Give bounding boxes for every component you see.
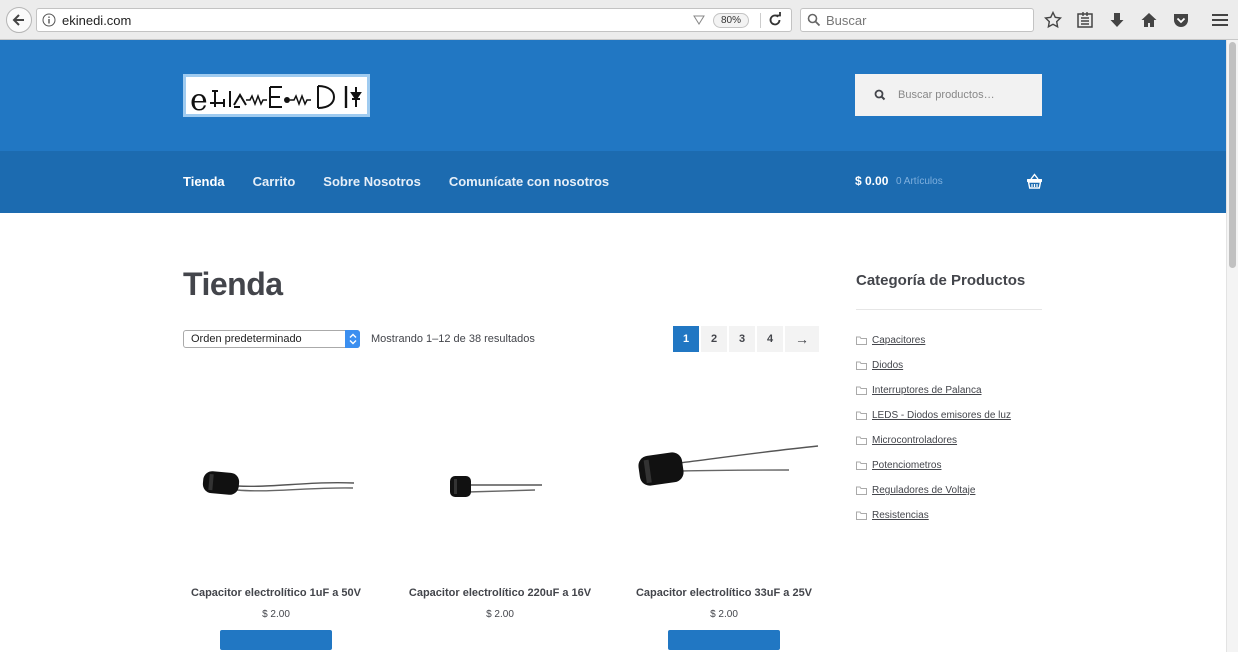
- product-name[interactable]: Capacitor electrolítico 33uF a 25V: [629, 586, 819, 601]
- browser-toolbar: ekinedi.com 80% Buscar: [0, 0, 1238, 40]
- product-search-placeholder: Buscar productos…: [898, 89, 995, 101]
- page-4[interactable]: 4: [757, 326, 783, 352]
- search-icon: [807, 13, 821, 27]
- category-list: Capacitores Diodos Interruptores de Pala…: [856, 328, 1011, 528]
- category-link[interactable]: Resistencias: [872, 510, 929, 521]
- folder-icon: [856, 436, 867, 445]
- url-text: ekinedi.com: [62, 12, 132, 28]
- page-3[interactable]: 3: [729, 326, 755, 352]
- folder-icon: [856, 486, 867, 495]
- category-link[interactable]: Microcontroladores: [872, 435, 957, 446]
- add-to-cart-button[interactable]: [668, 630, 780, 650]
- category-link[interactable]: LEDS - Diodos emisores de luz: [872, 410, 1011, 421]
- nav-link-tienda[interactable]: Tienda: [183, 174, 225, 189]
- shopping-basket-icon[interactable]: [1026, 173, 1043, 189]
- result-count: Mostrando 1–12 de 38 resultados: [371, 333, 535, 345]
- category-link[interactable]: Capacitores: [872, 335, 925, 346]
- browser-search[interactable]: Buscar: [800, 8, 1034, 32]
- product-name[interactable]: Capacitor electrolítico 1uF a 50V: [181, 586, 371, 601]
- category-link[interactable]: Interruptores de Palanca: [872, 385, 982, 396]
- folder-icon: [856, 461, 867, 470]
- category-item: Capacitores: [856, 328, 1011, 353]
- category-link[interactable]: Reguladores de Voltaje: [872, 485, 975, 496]
- product-price: $ 2.00: [486, 609, 514, 620]
- select-arrows-icon: [345, 330, 360, 348]
- home-icon[interactable]: [1139, 10, 1159, 30]
- product-image[interactable]: [405, 408, 595, 558]
- next-page-arrow[interactable]: →: [785, 326, 819, 352]
- product-price: $ 2.00: [262, 609, 290, 620]
- category-link[interactable]: Diodos: [872, 360, 903, 371]
- orderby-select[interactable]: Orden predeterminado: [183, 330, 360, 348]
- nav-link-sobre-nosotros[interactable]: Sobre Nosotros: [323, 174, 421, 189]
- product-card: Capacitor electrolítico 220uF a 16V $ 2.…: [405, 408, 595, 620]
- scrollbar-thumb[interactable]: [1229, 42, 1236, 268]
- category-item: Reguladores de Voltaje: [856, 478, 1011, 503]
- folder-icon: [856, 361, 867, 370]
- browser-search-placeholder: Buscar: [826, 12, 867, 28]
- category-item: LEDS - Diodos emisores de luz: [856, 403, 1011, 428]
- cart-total[interactable]: $ 0.00: [855, 174, 888, 188]
- zoom-indicator[interactable]: 80%: [712, 13, 749, 28]
- cart-count[interactable]: 0 Artículos: [896, 176, 943, 187]
- hamburger-menu-icon[interactable]: [1210, 10, 1230, 30]
- site-logo[interactable]: e: [183, 74, 370, 118]
- category-link[interactable]: Potenciometros: [872, 460, 941, 471]
- sidebar-divider: [856, 309, 1042, 310]
- product-search-input[interactable]: Buscar productos…: [855, 74, 1042, 116]
- ekinedi-logo-image: e: [190, 83, 362, 118]
- orderby-value: Orden predeterminado: [191, 333, 302, 345]
- product-card: Capacitor electrolítico 1uF a 50V $ 2.00: [181, 408, 371, 655]
- page-title: Tienda: [183, 266, 283, 302]
- bookmark-star-icon[interactable]: [1043, 10, 1063, 30]
- category-item: Resistencias: [856, 503, 1011, 528]
- category-item: Microcontroladores: [856, 428, 1011, 453]
- back-button[interactable]: [6, 7, 32, 33]
- reload-icon[interactable]: [767, 12, 783, 28]
- category-item: Interruptores de Palanca: [856, 378, 1011, 403]
- page-2[interactable]: 2: [701, 326, 727, 352]
- search-icon: [874, 89, 886, 101]
- category-item: Diodos: [856, 353, 1011, 378]
- download-icon[interactable]: [1107, 10, 1127, 30]
- capacitor-image: [202, 471, 355, 495]
- product-card: Capacitor electrolítico 33uF a 25V $ 2.0…: [629, 408, 819, 655]
- folder-icon: [856, 336, 867, 345]
- url-separator: [760, 13, 761, 28]
- folder-icon: [856, 511, 867, 520]
- product-name[interactable]: Capacitor electrolítico 220uF a 16V: [405, 586, 595, 601]
- svg-text:e: e: [190, 83, 208, 114]
- capacitor-image: [638, 445, 819, 486]
- pagination: 1 2 3 4 →: [673, 326, 819, 352]
- folder-icon: [856, 386, 867, 395]
- product-image[interactable]: [629, 408, 819, 558]
- reader-filter-icon[interactable]: [693, 14, 705, 26]
- reading-list-icon[interactable]: [1075, 10, 1095, 30]
- product-price: $ 2.00: [710, 609, 738, 620]
- category-item: Potenciometros: [856, 453, 1011, 478]
- info-icon[interactable]: [42, 13, 56, 27]
- arrow-left-icon: [12, 14, 24, 26]
- nav-link-carrito[interactable]: Carrito: [253, 174, 296, 189]
- nav-link-contacto[interactable]: Comunícate con nosotros: [449, 174, 609, 189]
- product-image[interactable]: [181, 408, 371, 558]
- url-bar[interactable]: ekinedi.com 80%: [36, 8, 792, 32]
- add-to-cart-button[interactable]: [220, 630, 332, 650]
- capacitor-image: [450, 476, 542, 497]
- sidebar-title: Categoría de Productos: [856, 272, 1026, 289]
- folder-icon: [856, 411, 867, 420]
- page-1[interactable]: 1: [673, 326, 699, 352]
- pocket-icon[interactable]: [1171, 10, 1191, 30]
